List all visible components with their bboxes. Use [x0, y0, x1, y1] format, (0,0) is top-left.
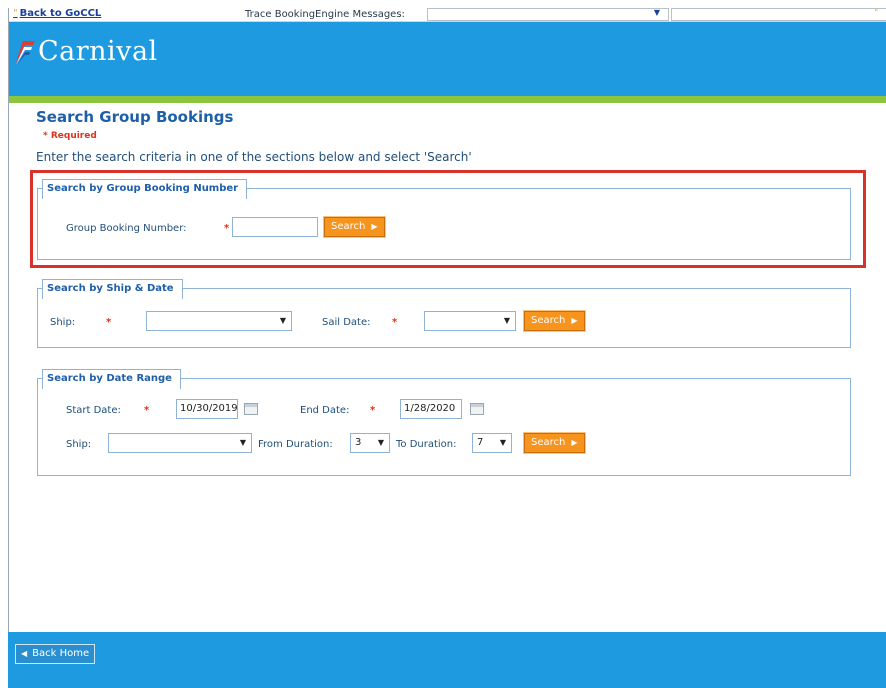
ship-date-search-button[interactable]: Search ▶	[523, 310, 586, 332]
start-date-input[interactable]: 10/30/2019	[176, 399, 238, 419]
header-accent-bar	[9, 96, 886, 103]
arrow-left-icon: ◀	[21, 649, 28, 658]
marker-icon: "	[13, 8, 18, 19]
funnel-logo-icon	[15, 40, 35, 65]
trace-messages-select[interactable]: ▼	[427, 8, 669, 21]
chevron-down-icon: ▼	[499, 438, 506, 447]
required-mark: *	[370, 405, 376, 416]
to-duration-select[interactable]: 7 ▼	[472, 433, 512, 453]
trace-output-box[interactable]: "	[671, 8, 886, 21]
from-duration-label: From Duration:	[258, 439, 333, 450]
sail-date-label: Sail Date:	[322, 317, 371, 328]
calendar-icon[interactable]	[244, 403, 258, 415]
from-duration-select[interactable]: 3 ▼	[350, 433, 390, 453]
required-mark: *	[144, 405, 150, 416]
ship-date-legend: Search by Ship & Date	[42, 279, 183, 299]
search-button-label: Search	[531, 315, 566, 326]
highlight-box	[30, 170, 866, 268]
date-range-ship-select[interactable]: ▼	[108, 433, 252, 453]
header-banner: Carnival	[9, 22, 886, 96]
back-home-label: Back Home	[32, 648, 90, 659]
instructions-text: Enter the search criteria in one of the …	[36, 150, 472, 164]
start-date-label: Start Date:	[66, 405, 121, 416]
page-title: Search Group Bookings	[36, 108, 234, 126]
date-range-section: Search by Date Range Start Date: * 10/30…	[37, 369, 851, 476]
trace-label: Trace BookingEngine Messages:	[245, 9, 405, 20]
ship-label: Ship:	[66, 439, 92, 450]
from-duration-value: 3	[355, 437, 362, 448]
ship-date-section: Search by Ship & Date Ship: * ▼ Sail Dat…	[37, 279, 851, 348]
back-to-goccl-link[interactable]: " Back to GoCCL	[13, 8, 101, 19]
chevron-down-icon: ▼	[503, 316, 510, 325]
back-home-button[interactable]: ◀ Back Home	[15, 644, 96, 664]
marker-icon: "	[874, 8, 878, 17]
arrow-right-icon: ▶	[571, 438, 578, 447]
required-mark: *	[392, 317, 398, 328]
ship-label: Ship:	[50, 317, 76, 328]
chevron-down-icon: ▼	[377, 438, 384, 447]
ship-select[interactable]: ▼	[146, 311, 292, 331]
chevron-down-icon: ▼	[279, 316, 286, 325]
required-mark: *	[106, 317, 112, 328]
required-note: * Required	[43, 131, 97, 141]
carnival-logo: Carnival	[13, 36, 158, 67]
chevron-down-icon: ▼	[239, 438, 246, 447]
sail-date-select[interactable]: ▼	[424, 311, 516, 331]
top-toolbar: " Back to GoCCL Trace BookingEngine Messa…	[9, 8, 886, 22]
footer-bar: ◀ Back Home	[8, 632, 886, 688]
chevron-down-icon: ▼	[653, 8, 660, 17]
end-date-input[interactable]: 1/28/2020	[400, 399, 462, 419]
logo-text: Carnival	[38, 36, 158, 67]
date-range-search-button[interactable]: Search ▶	[523, 432, 586, 454]
back-to-goccl-label: Back to GoCCL	[19, 8, 102, 19]
search-button-label: Search	[531, 437, 566, 448]
end-date-label: End Date:	[300, 405, 350, 416]
arrow-right-icon: ▶	[571, 316, 578, 325]
date-range-legend: Search by Date Range	[42, 369, 181, 389]
calendar-icon[interactable]	[470, 403, 484, 415]
to-duration-value: 7	[477, 437, 484, 448]
to-duration-label: To Duration:	[396, 439, 457, 450]
